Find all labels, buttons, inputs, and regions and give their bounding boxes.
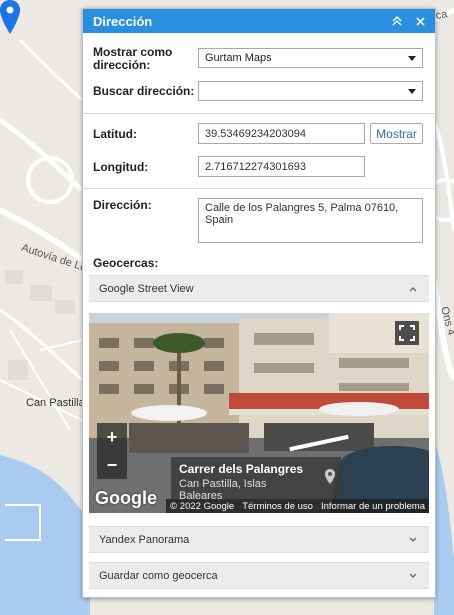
copyright: © 2022 Google bbox=[170, 500, 235, 512]
google-logo: Google bbox=[95, 488, 157, 508]
geofences-label: Geocercas: bbox=[93, 256, 159, 270]
street-name: Carrer dels Palangres bbox=[179, 462, 304, 476]
latitude-value: 39.53469234203094 bbox=[205, 127, 306, 140]
chevron-down-icon bbox=[409, 571, 417, 581]
location-marker-icon[interactable] bbox=[319, 457, 341, 499]
address-row: Dirección: bbox=[93, 199, 152, 212]
zoom-in-button[interactable]: + bbox=[97, 423, 127, 451]
longitude-value: 2.716712274301693 bbox=[205, 160, 306, 173]
accordion-save-geofence[interactable]: Guardar como geocerca bbox=[89, 562, 429, 589]
street-view-info-card: Carrer dels Palangres Can Pastilla, Isla… bbox=[171, 457, 319, 502]
panel-header[interactable]: Dirección bbox=[83, 9, 435, 33]
accordion-save-geofence-label: Guardar como geocerca bbox=[99, 569, 218, 582]
show-as-value: Gurtam Maps bbox=[205, 52, 272, 64]
chevron-down-icon bbox=[409, 535, 417, 545]
fullscreen-icon[interactable] bbox=[395, 321, 419, 345]
address-panel: Dirección Mostrar como dirección: Gurtam… bbox=[82, 8, 436, 598]
accordion-yandex-panorama[interactable]: Yandex Panorama bbox=[89, 526, 429, 553]
longitude-input[interactable]: 2.716712274301693 bbox=[198, 156, 365, 177]
report-link[interactable]: Informar de un problema bbox=[321, 501, 425, 512]
search-label: Buscar dirección: bbox=[93, 84, 195, 98]
location-pin-icon[interactable] bbox=[0, 0, 20, 34]
lon-label: Longitud: bbox=[93, 160, 149, 174]
address-textarea[interactable]: Calle de los Palangres 5, Palma 07610, S… bbox=[198, 198, 423, 243]
close-icon[interactable] bbox=[410, 9, 430, 33]
chevron-down-icon bbox=[408, 56, 416, 61]
geofences-row: Geocercas: bbox=[93, 257, 158, 270]
show-as-select[interactable]: Gurtam Maps bbox=[198, 48, 423, 68]
divider bbox=[83, 113, 435, 114]
search-address-select[interactable] bbox=[198, 81, 423, 101]
latitude-input[interactable]: 39.53469234203094 bbox=[198, 123, 365, 144]
lat-label: Latitud: bbox=[93, 127, 137, 141]
accordion-street-view[interactable]: Google Street View bbox=[89, 275, 429, 302]
panel-title: Dirección bbox=[93, 13, 153, 29]
collapse-icon[interactable] bbox=[387, 9, 407, 33]
show-button[interactable]: Mostrar bbox=[370, 123, 423, 144]
terms-link[interactable]: Términos de uso bbox=[242, 501, 313, 512]
divider bbox=[83, 188, 435, 189]
search-row: Buscar dirección: bbox=[93, 85, 194, 98]
chevron-down-icon bbox=[408, 89, 416, 94]
show-as-label: Mostrar como dirección: bbox=[93, 45, 173, 72]
lon-row: Longitud: bbox=[93, 161, 148, 174]
street-view-footer: © 2022 Google Términos de uso Informar d… bbox=[166, 499, 429, 513]
pin-label: Can Pastilla bbox=[26, 397, 85, 409]
street-view-panorama[interactable]: + − Carrer dels Palangres Can Pastilla, … bbox=[89, 313, 429, 513]
chevron-up-icon bbox=[409, 284, 417, 294]
lat-row: Latitud: bbox=[93, 128, 137, 141]
accordion-yandex-label: Yandex Panorama bbox=[99, 533, 190, 546]
show-as-row: Mostrar como dirección: bbox=[93, 46, 193, 72]
accordion-street-view-label: Google Street View bbox=[99, 282, 194, 295]
address-label: Dirección: bbox=[93, 198, 152, 212]
zoom-control: + − bbox=[97, 423, 127, 479]
zoom-out-button[interactable]: − bbox=[97, 451, 127, 479]
